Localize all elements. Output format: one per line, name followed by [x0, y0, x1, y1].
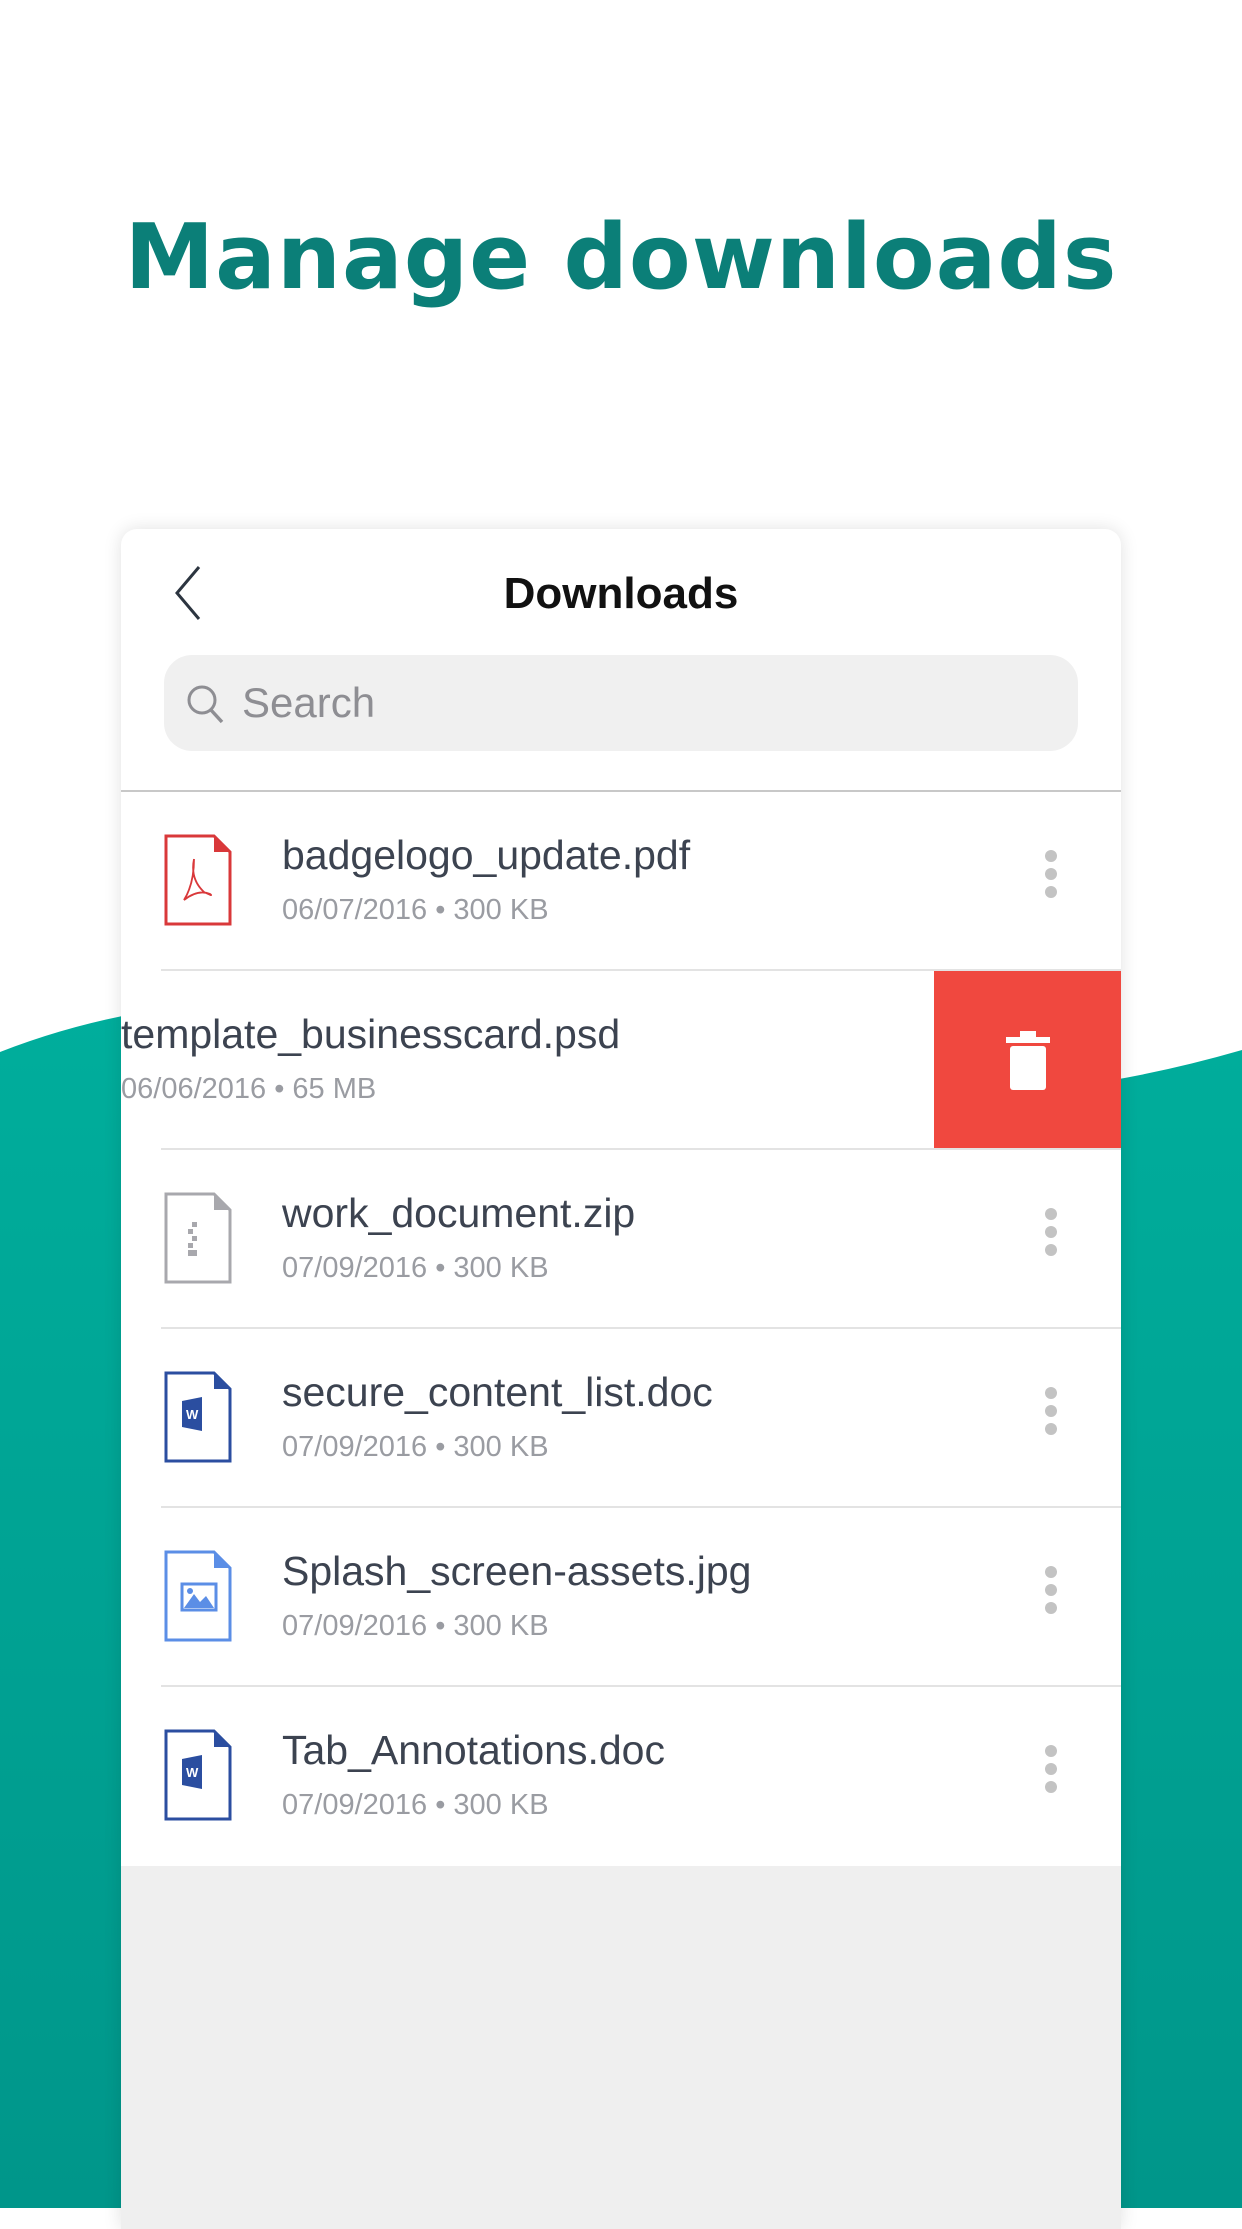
file-meta: 06/07/2016 • 300 KB: [282, 894, 549, 926]
word-file-icon: W: [164, 1371, 232, 1463]
file-name: work_document.zip: [282, 1190, 636, 1236]
file-row[interactable]: W secure_content_list.doc 07/09/2016 • 3…: [121, 1329, 1121, 1508]
file-name: badgelogo_update.pdf: [282, 832, 691, 878]
image-file-icon: [164, 1550, 232, 1642]
file-meta: 07/09/2016 • 300 KB: [282, 1610, 549, 1642]
more-options-icon[interactable]: [1039, 1566, 1063, 1626]
search-placeholder: Search: [242, 679, 376, 726]
more-options-icon[interactable]: [1039, 1208, 1063, 1268]
file-row-swiped[interactable]: template_businesscard.psd 06/06/2016 • 6…: [121, 971, 1121, 1150]
pdf-file-icon: [164, 834, 232, 926]
nav-header: Downloads Search: [121, 529, 1121, 792]
more-options-icon[interactable]: [1039, 1387, 1063, 1447]
file-row[interactable]: badgelogo_update.pdf 06/07/2016 • 300 KB: [121, 792, 1121, 971]
file-name: template_businesscard.psd: [121, 1011, 621, 1057]
svg-text:W: W: [186, 1407, 199, 1422]
file-row[interactable]: work_document.zip 07/09/2016 • 300 KB: [121, 1150, 1121, 1329]
more-options-icon[interactable]: [1039, 1745, 1063, 1805]
file-row[interactable]: W Tab_Annotations.doc 07/09/2016 • 300 K…: [121, 1687, 1121, 1866]
search-icon: [187, 685, 224, 724]
word-file-icon: W: [164, 1729, 232, 1821]
svg-text:W: W: [186, 1765, 199, 1780]
page-headline: Manage downloads: [124, 205, 1118, 310]
file-name: secure_content_list.doc: [282, 1369, 713, 1415]
zip-file-icon: [164, 1192, 232, 1284]
trash-icon: [1006, 1031, 1050, 1090]
search-input[interactable]: Search: [164, 655, 1078, 751]
file-name: Tab_Annotations.doc: [282, 1727, 665, 1773]
more-options-icon[interactable]: [1039, 850, 1063, 910]
page-title: Downloads: [503, 569, 739, 618]
file-row[interactable]: Splash_screen-assets.jpg 07/09/2016 • 30…: [121, 1508, 1121, 1687]
file-name: Splash_screen-assets.jpg: [282, 1548, 752, 1594]
file-meta: 07/09/2016 • 300 KB: [282, 1252, 549, 1284]
file-meta: 07/09/2016 • 300 KB: [282, 1789, 549, 1821]
phone-screen: Downloads Search badgelogo_update.pdf 06…: [121, 529, 1121, 2229]
file-meta: 06/06/2016 • 65 MB: [121, 1073, 377, 1105]
delete-button[interactable]: [934, 971, 1121, 1150]
file-meta: 07/09/2016 • 300 KB: [282, 1431, 549, 1463]
